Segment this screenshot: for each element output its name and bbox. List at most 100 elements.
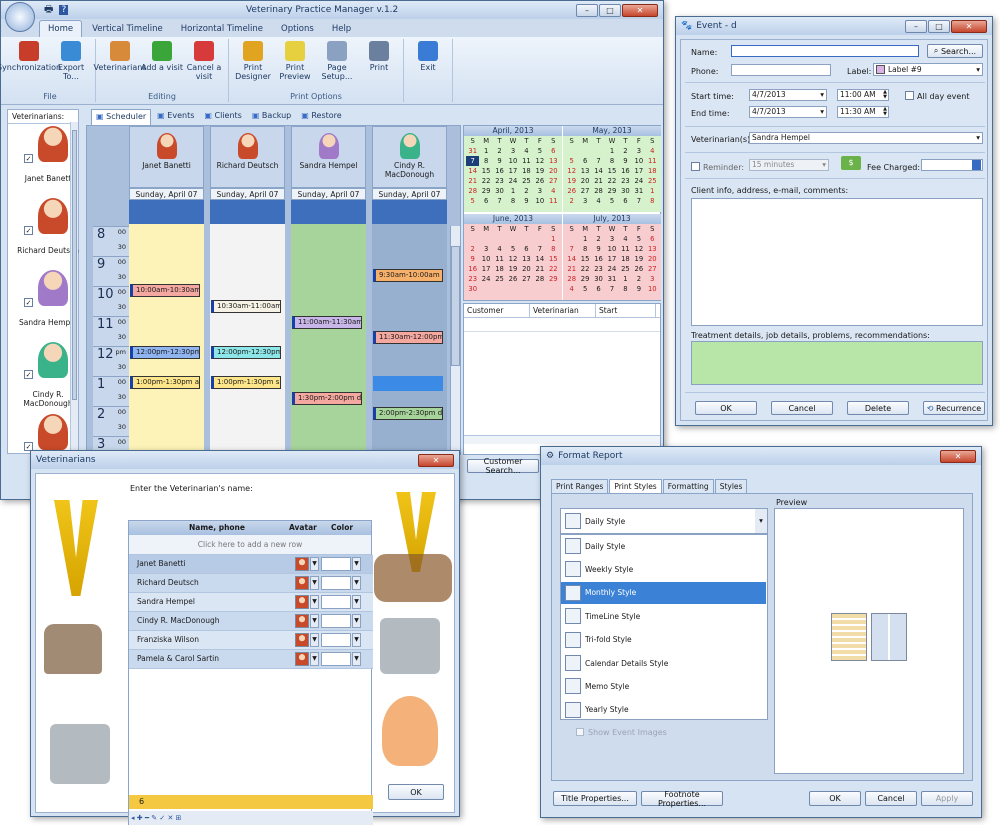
calendar-day[interactable]: 24 [605,264,618,274]
ribbon-button[interactable]: Print Preview [274,39,316,92]
calendar-day[interactable]: 8 [646,196,659,206]
ribbon-button[interactable]: Export To... [50,39,92,92]
calendar-day[interactable]: 3 [605,234,618,244]
calendar-day[interactable]: 9 [592,244,605,254]
calendar-day[interactable]: 8 [547,244,560,254]
calendar-day[interactable]: 17 [506,166,519,176]
calendar-day[interactable]: 14 [565,254,578,264]
list-column-header[interactable]: Customer [464,304,530,317]
calendar-day[interactable]: 22 [578,264,591,274]
appointment[interactable]: 10:00am-10:30am [130,284,200,297]
calendar-day[interactable]: 25 [646,176,659,186]
calendar-day[interactable]: 26 [533,176,546,186]
customer-list-hscroll[interactable] [464,435,660,444]
calendar-day[interactable]: 2 [565,196,578,206]
calendar-day[interactable]: 2 [466,244,479,254]
calendar-day[interactable]: 6 [646,234,659,244]
chevron-down-icon[interactable]: ▼ [352,614,361,628]
calendar-day[interactable]: 30 [619,186,632,196]
event-recurrence-button[interactable]: ⟲ Recurrence [923,401,985,415]
allday-area[interactable] [372,200,447,224]
calendar-day[interactable]: 27 [646,264,659,274]
calendar-day[interactable]: 15 [605,166,618,176]
calendar-day[interactable]: 11 [547,196,560,206]
calendar-day[interactable]: 7 [605,284,618,294]
calendar-day[interactable]: 28 [466,186,479,196]
calendar-day[interactable]: 26 [565,186,578,196]
calendar-day[interactable]: 11 [619,244,632,254]
ribbon-tab[interactable]: Vertical Timeline [84,21,171,37]
appointment[interactable]: 10:30am-11:00am [211,300,281,313]
calendar-day[interactable]: 31 [605,274,618,284]
calendar-day[interactable]: 1 [479,146,492,156]
event-ok-button[interactable]: OK [695,401,757,415]
calendar-day[interactable] [479,284,492,294]
calendar-day[interactable]: 14 [533,254,546,264]
calendar-day[interactable]: 6 [578,156,591,166]
chevron-down-icon[interactable]: ▼ [310,652,319,666]
ribbon-button[interactable]: Print [358,39,400,92]
calendar-day[interactable]: 9 [466,254,479,264]
day-body[interactable]: 10:30am-11:00am 12:00pm-12:30pm 1:00pm-1:3… [210,224,285,454]
reminder-checkbox[interactable] [691,162,700,171]
calendar-day[interactable]: 16 [592,254,605,264]
ribbon-button[interactable]: Cancel a visit [183,39,225,92]
calendar-day[interactable]: 3 [646,274,659,284]
calendar-day[interactable]: 3 [632,146,645,156]
calendar-day[interactable]: 5 [605,196,618,206]
calendar-day[interactable]: 8 [506,196,519,206]
color-swatch[interactable] [321,652,351,666]
title-properties-button[interactable]: Title Properties... [553,791,637,806]
vet-row[interactable]: Richard Deutsch ▼ ▼ [129,574,373,593]
calendar-day[interactable]: 6 [592,284,605,294]
client-info-textarea[interactable] [691,198,983,326]
format-tab[interactable]: Print Ranges [551,479,609,493]
calendar-day[interactable]: 13 [547,156,560,166]
event-maximize-button[interactable]: □ [928,19,950,33]
calendar-day[interactable]: 4 [592,196,605,206]
appointment[interactable]: 11:00am-11:30am [292,316,362,329]
calendar-day[interactable]: 10 [533,196,546,206]
calendar-day[interactable]: 31 [466,146,479,156]
format-apply-button[interactable]: Apply [921,791,973,806]
calendar-day[interactable]: 13 [646,244,659,254]
end-time-field[interactable]: 11:30 AM ▲ ▼ [837,106,889,118]
calendar-day[interactable]: 9 [632,284,645,294]
calendar-day[interactable]: 2 [632,274,645,284]
calendar-day[interactable]: 10 [632,156,645,166]
footnote-properties-button[interactable]: Footnote Properties... [641,790,723,808]
style-list-item[interactable]: Weekly Style [561,558,766,580]
ribbon-button[interactable]: Print Designer [232,39,274,92]
calendar-day[interactable]: 29 [578,274,591,284]
calendar-day[interactable]: 1 [619,274,632,284]
calendar-day[interactable]: 7 [533,244,546,254]
close-button[interactable]: ✕ [622,3,658,17]
treatment-textarea[interactable] [691,341,983,385]
calendar-day[interactable]: 14 [466,166,479,176]
calendar-day[interactable]: 1 [506,186,519,196]
ribbon-tab[interactable]: Home [39,20,83,37]
calendar-day[interactable] [479,234,492,244]
calendar-day[interactable]: 6 [479,196,492,206]
selected-slot[interactable] [373,376,443,391]
calendar-day[interactable]: 19 [533,166,546,176]
allday-area[interactable] [210,200,285,224]
calendar-day[interactable]: 28 [592,186,605,196]
appointment[interactable]: 1:00pm-1:30pm a [130,376,200,389]
calendar-day[interactable]: 5 [506,244,519,254]
calendar-day[interactable]: 24 [506,176,519,186]
style-list-item[interactable]: Calendar Details Style [561,652,766,674]
calendar-day[interactable]: 1 [646,186,659,196]
color-swatch[interactable] [321,614,351,628]
appointment[interactable]: 12:00pm-12:30pm [211,346,281,359]
vet-checkbox[interactable]: ✓ [24,370,33,379]
calendar-day[interactable] [533,284,546,294]
calendar-day[interactable]: 22 [547,264,560,274]
calendar-day[interactable]: 24 [632,176,645,186]
chevron-down-icon[interactable]: ▼ [310,595,319,609]
calendar-day[interactable]: 19 [565,176,578,186]
calendar-day[interactable] [565,146,578,156]
vet-checkbox[interactable]: ✓ [24,154,33,163]
calendar-day[interactable] [493,284,506,294]
calendar-day[interactable]: 23 [493,176,506,186]
